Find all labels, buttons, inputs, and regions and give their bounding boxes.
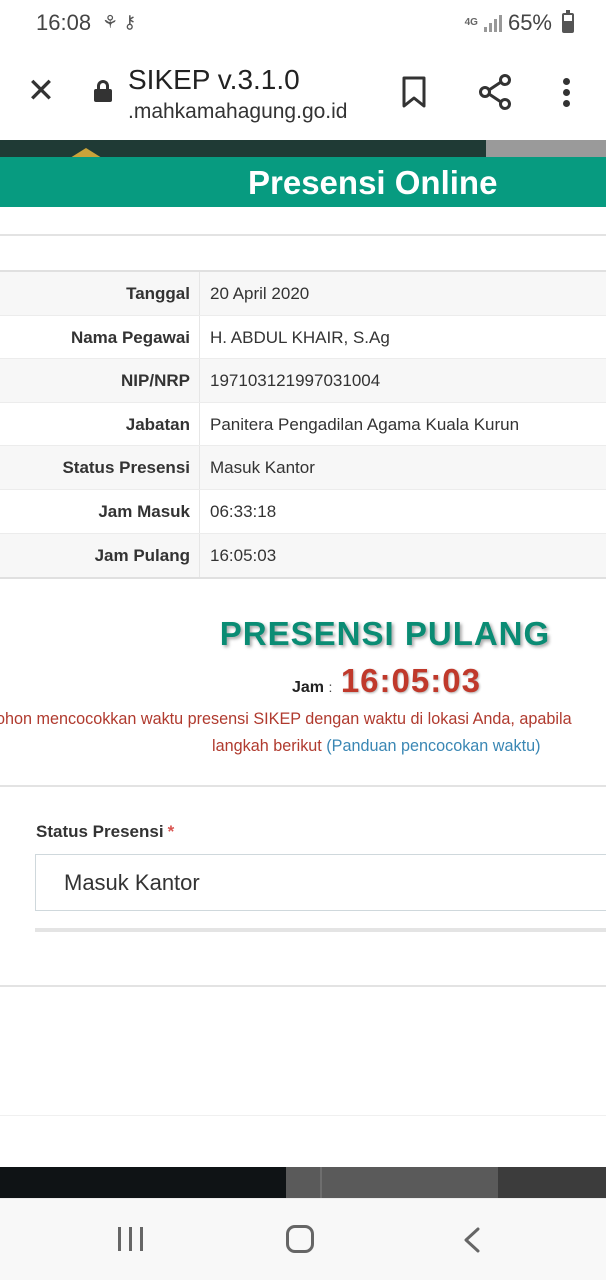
table-row: Tanggal 20 April 2020 <box>0 272 606 316</box>
status-label-text: Status Presensi <box>36 822 164 841</box>
status-time: 16:08 <box>36 10 92 35</box>
network-4g-icon: 4G <box>464 17 478 28</box>
back-icon[interactable] <box>462 1227 482 1253</box>
table-row: Status Presensi Masuk Kantor <box>0 446 606 490</box>
more-options-icon[interactable] <box>562 78 572 108</box>
info-value: 16:05:03 <box>210 545 277 565</box>
info-table: Tanggal 20 April 2020 Nama Pegawai H. ABDUL… <box>0 270 606 580</box>
header-title: Presensi Online <box>248 164 498 201</box>
jam-clock: 16:05:03 <box>340 662 481 699</box>
signal-icon <box>483 14 502 32</box>
required-mark: * <box>167 822 175 841</box>
page-title[interactable]: SIKEP v.3.1.0 <box>128 64 300 96</box>
info-value: Masuk Kantor <box>210 458 315 478</box>
status-bar: 16:08 ⚘ ⚷ 4G 65% <box>0 0 606 46</box>
notification-icons: ⚘ ⚷ <box>102 12 137 32</box>
status-presensi-label: Status Presensi * <box>36 822 174 842</box>
bookmark-icon[interactable] <box>402 76 426 108</box>
warning-text-end: langkah berikut <box>212 737 322 755</box>
divider <box>0 985 606 987</box>
lock-icon[interactable] <box>94 80 112 102</box>
status-presensi-field[interactable]: Masuk Kantor <box>35 854 606 911</box>
header-banner-right <box>486 140 606 158</box>
presensi-title: PRESENSI PULANG <box>219 615 551 652</box>
form-separator <box>35 928 606 932</box>
status-right: 4G 65% <box>465 10 574 36</box>
warning-text: ohon mencocokkan waktu presensi SIKEP de… <box>0 710 572 728</box>
info-label: Tanggal <box>0 272 200 315</box>
guide-link[interactable]: (Panduan pencocokan waktu) <box>326 737 540 755</box>
jam-colon: : <box>328 679 333 695</box>
share-icon[interactable] <box>478 74 512 110</box>
info-label: Jam Masuk <box>0 489 200 533</box>
info-value: 197103121997031004 <box>210 371 381 391</box>
info-label: Jam Pulang <box>0 533 200 578</box>
table-row: Jam Masuk 06:33:18 <box>0 489 606 534</box>
table-row: Jam Pulang 16:05:03 <box>0 533 606 578</box>
browser-toolbar: ✕ SIKEP v.3.1.0 .mahkamahagung.go.id <box>0 46 606 140</box>
battery-icon <box>562 10 574 33</box>
info-label: Nama Pegawai <box>0 315 200 359</box>
warning-text-2: langkah berikut (Panduan pencocokan wakt… <box>212 737 540 756</box>
table-row: Jabatan Panitera Pengadilan Agama Kuala K… <box>0 402 606 447</box>
recent-apps-icon[interactable] <box>118 1227 144 1251</box>
info-value: Panitera Pengadilan Agama Kuala Kurun <box>210 414 520 434</box>
jam-line: Jam : 16:05:03 <box>292 662 481 700</box>
footer-bar <box>0 1167 286 1198</box>
close-icon[interactable]: ✕ <box>24 74 58 108</box>
info-value: 20 April 2020 <box>210 284 310 303</box>
navigation-bar <box>0 1198 606 1280</box>
footer-bar-right <box>498 1167 606 1198</box>
header-bar: Presensi Online <box>0 157 606 207</box>
divider <box>0 1115 606 1116</box>
divider <box>0 785 606 787</box>
battery-percent: 65% <box>507 10 552 35</box>
footer-bar-mid <box>286 1167 498 1198</box>
url-text[interactable]: .mahkamahagung.go.id <box>128 100 348 124</box>
web-page: Presensi Online Tanggal 20 April 2020 Nama… <box>0 140 606 1198</box>
divider <box>0 234 606 236</box>
table-row: NIP/NRP 197103121997031004 <box>0 359 606 403</box>
info-label: NIP/NRP <box>0 359 200 402</box>
info-value: H. ABDUL KHAIR, S.Ag <box>210 327 390 347</box>
jam-label: Jam <box>292 679 325 696</box>
table-row: Nama Pegawai H. ABDUL KHAIR, S.Ag <box>0 315 606 360</box>
info-label: Jabatan <box>0 402 200 446</box>
info-label: Status Presensi <box>0 446 200 489</box>
info-value: 06:33:18 <box>210 501 277 521</box>
home-icon[interactable] <box>286 1225 314 1253</box>
